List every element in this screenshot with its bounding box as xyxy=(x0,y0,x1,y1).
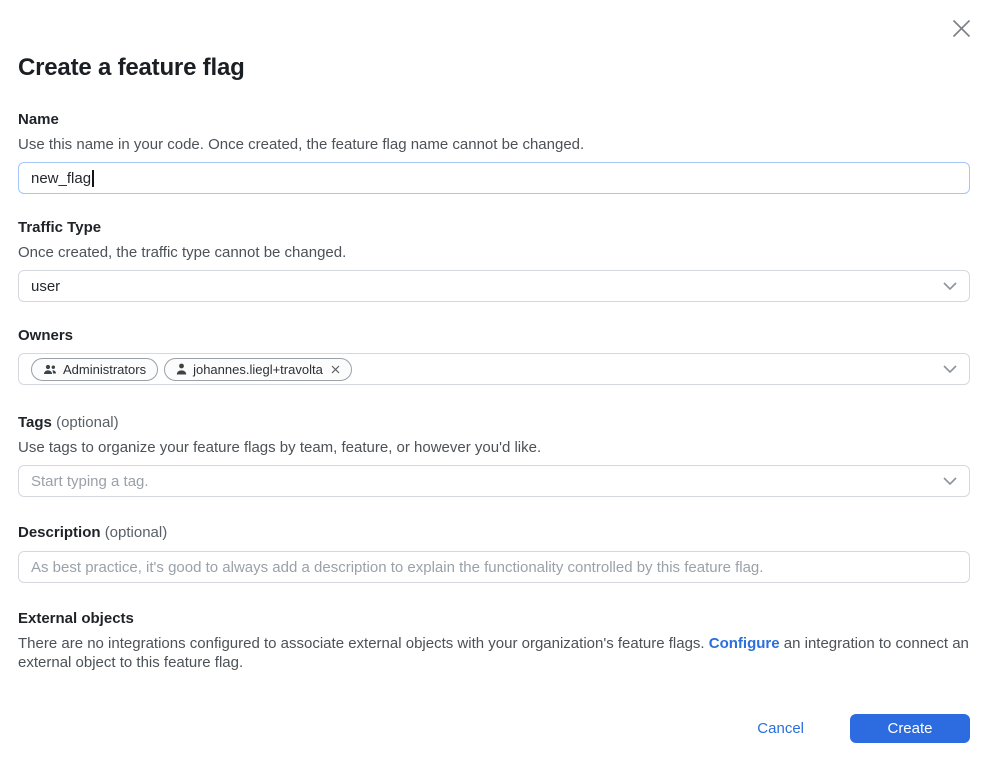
chevron-down-icon xyxy=(943,282,957,290)
tags-input-placeholder: Start typing a tag. xyxy=(31,473,149,490)
cancel-button[interactable]: Cancel xyxy=(757,720,804,737)
description-section: Description (optional) As best practice,… xyxy=(18,523,970,583)
remove-owner-icon[interactable] xyxy=(331,365,340,374)
chevron-down-icon xyxy=(943,365,957,373)
person-icon xyxy=(176,363,187,375)
name-label: Name xyxy=(18,110,970,129)
traffic-type-label: Traffic Type xyxy=(18,218,970,237)
modal-title: Create a feature flag xyxy=(18,0,970,81)
group-icon xyxy=(43,364,57,375)
description-label: Description (optional) xyxy=(18,523,970,542)
name-section: Name Use this name in your code. Once cr… xyxy=(18,110,970,194)
tags-label: Tags (optional) xyxy=(18,413,970,432)
tags-section: Tags (optional) Use tags to organize you… xyxy=(18,413,970,497)
description-input-placeholder: As best practice, it's good to always ad… xyxy=(31,559,763,576)
owners-select[interactable]: Administrators johannes.liegl+travolta xyxy=(18,353,970,385)
close-icon xyxy=(951,18,972,39)
description-optional-hint: (optional) xyxy=(105,524,168,541)
modal-footer: Cancel Create xyxy=(18,714,970,743)
traffic-type-selected-value: user xyxy=(31,278,60,295)
owner-chip-administrators[interactable]: Administrators xyxy=(31,358,158,381)
create-feature-flag-modal: Create a feature flag Name Use this name… xyxy=(0,0,988,763)
close-button[interactable] xyxy=(947,14,975,42)
external-objects-label: External objects xyxy=(18,609,970,628)
create-button[interactable]: Create xyxy=(850,714,970,743)
owners-section: Owners Administrators xyxy=(18,326,970,385)
traffic-type-select[interactable]: user xyxy=(18,270,970,302)
external-objects-section: External objects There are no integratio… xyxy=(18,609,970,672)
name-input-value: new_flag xyxy=(31,170,91,187)
tags-input[interactable]: Start typing a tag. xyxy=(18,465,970,497)
name-input[interactable]: new_flag xyxy=(18,162,970,194)
external-objects-text: There are no integrations configured to … xyxy=(18,634,970,672)
owner-chip-label: Administrators xyxy=(63,362,146,377)
name-help-text: Use this name in your code. Once created… xyxy=(18,135,970,154)
owners-label: Owners xyxy=(18,326,970,345)
tags-help-text: Use tags to organize your feature flags … xyxy=(18,438,970,457)
traffic-type-section: Traffic Type Once created, the traffic t… xyxy=(18,218,970,302)
chevron-down-icon xyxy=(943,477,957,485)
owner-chip-user[interactable]: johannes.liegl+travolta xyxy=(164,358,352,381)
owner-chip-label: johannes.liegl+travolta xyxy=(193,362,323,377)
description-input[interactable]: As best practice, it's good to always ad… xyxy=(18,551,970,583)
tags-optional-hint: (optional) xyxy=(56,414,119,431)
text-cursor xyxy=(92,170,94,187)
traffic-type-help-text: Once created, the traffic type cannot be… xyxy=(18,243,970,262)
configure-link[interactable]: Configure xyxy=(709,635,780,652)
